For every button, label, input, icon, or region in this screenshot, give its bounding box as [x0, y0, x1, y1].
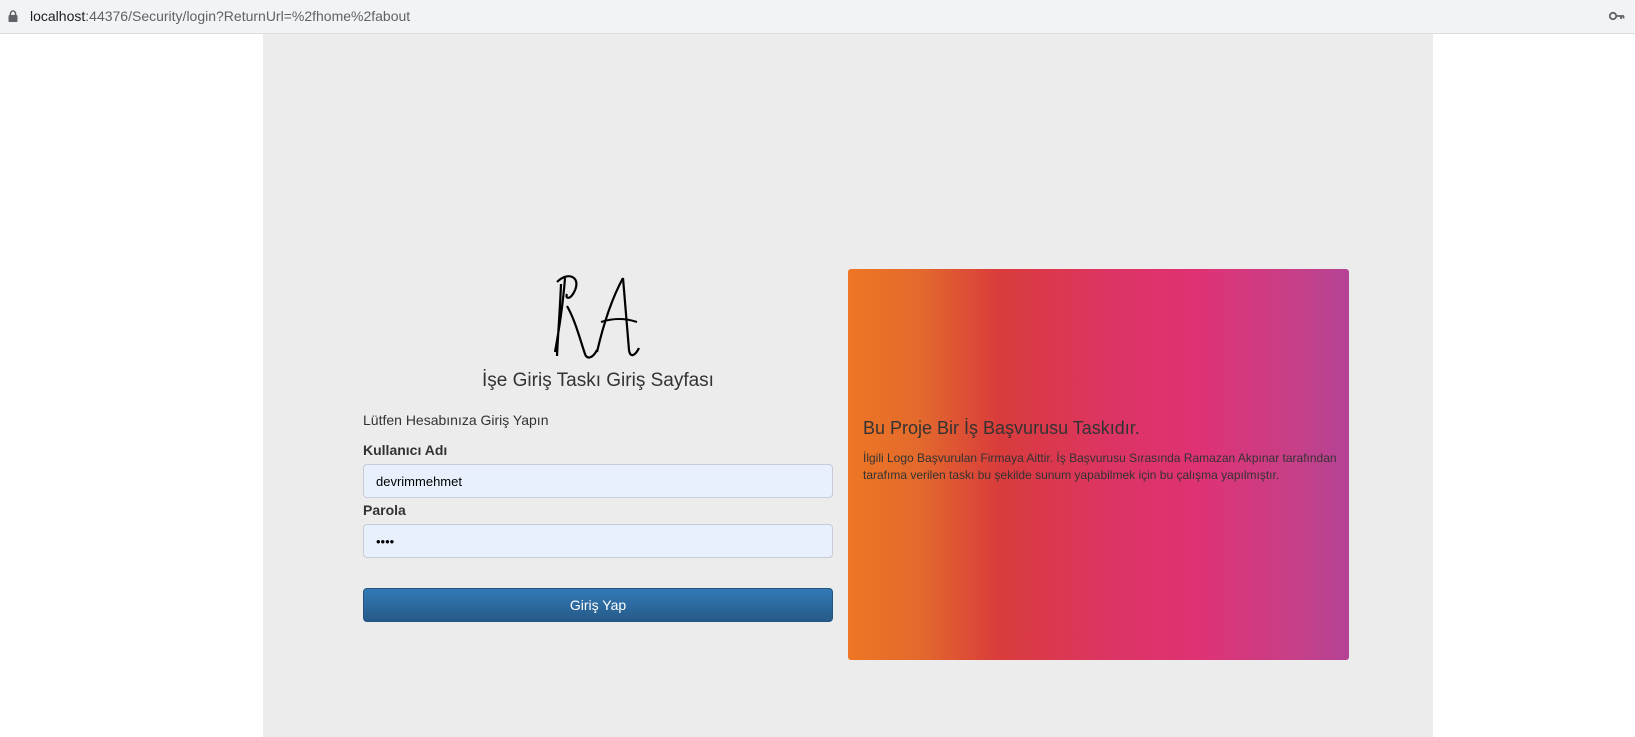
page-container: İşe Giriş Taskı Giriş Sayfası Lütfen Hes… [263, 34, 1433, 737]
key-icon[interactable] [1609, 10, 1625, 22]
url-host: localhost [30, 8, 86, 24]
url-text[interactable]: localhost:44376/Security/login?ReturnUrl… [30, 8, 410, 24]
ra-signature-logo [553, 275, 640, 359]
password-field[interactable] [363, 524, 833, 558]
info-panel-title: Bu Proje Bir İş Başvurusu Taskıdır. [863, 418, 1140, 438]
username-label: Kullanıcı Adı [363, 442, 448, 458]
login-prompt: Lütfen Hesabınıza Giriş Yapın [363, 412, 549, 428]
password-label: Parola [363, 502, 406, 518]
browser-address-bar[interactable]: localhost:44376/Security/login?ReturnUrl… [0, 0, 1635, 34]
login-form: İşe Giriş Taskı Giriş Sayfası Lütfen Hes… [363, 264, 833, 622]
lock-icon [8, 10, 18, 22]
page-title: İşe Giriş Taskı Giriş Sayfası [482, 370, 714, 391]
username-field[interactable] [363, 464, 833, 498]
url-path: :44376/Security/login?ReturnUrl=%2fhome%… [85, 8, 411, 24]
login-button[interactable]: Giriş Yap [363, 588, 833, 622]
info-panel: Bu Proje Bir İş Başvurusu Taskıdır. İlgi… [848, 269, 1349, 660]
info-panel-text: İlgili Logo Başvurulan Firmaya Aittir. İ… [863, 451, 1337, 482]
